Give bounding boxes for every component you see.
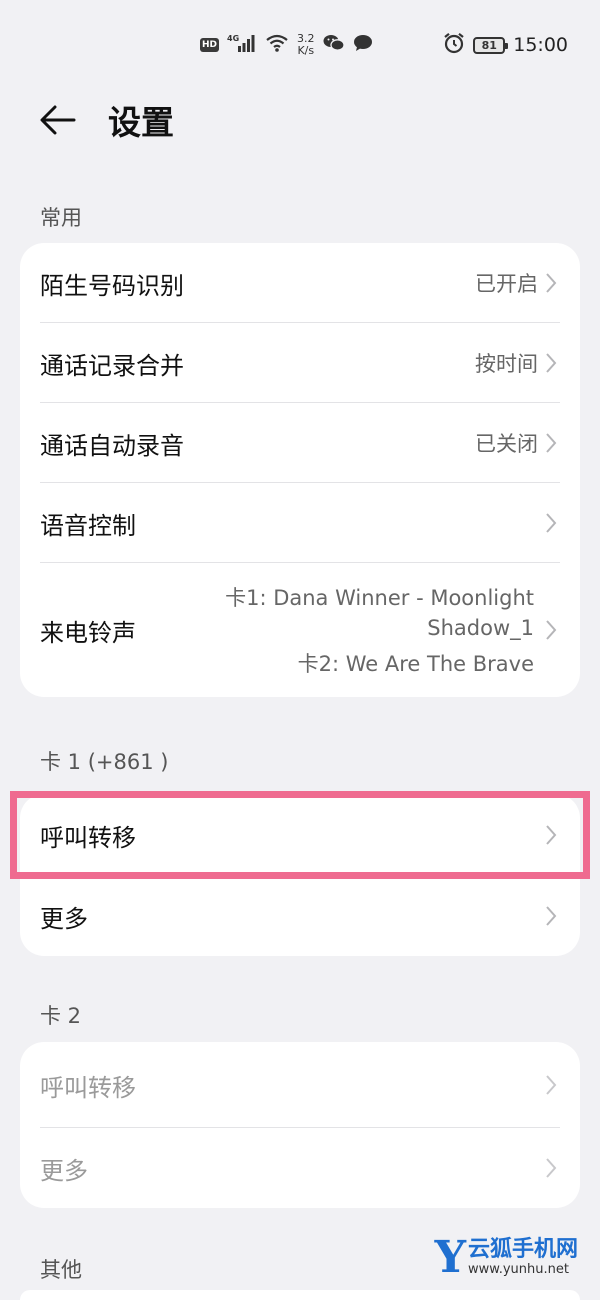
watermark-url: www.yunhu.net	[467, 1262, 569, 1277]
ringtone-values: 卡1: Dana Winner - Moonlight Shadow_1 卡2:…	[204, 583, 534, 679]
row-label: 通话记录合并	[40, 351, 184, 380]
section-label-sim1: 卡 1 (+861 )	[40, 750, 169, 774]
hd-badge: HD	[200, 38, 220, 52]
wechat-icon	[323, 34, 345, 56]
row-label: 呼叫转移	[40, 1073, 136, 1102]
ringtone-sim1-line2: Shadow_1	[427, 616, 534, 640]
card-sim2: 呼叫转移 更多	[20, 1042, 580, 1208]
row-label: 通话自动录音	[40, 431, 184, 460]
watermark-name: 云狐手机网	[467, 1237, 578, 1262]
battery-icon: 81	[473, 36, 509, 54]
app-header: 设置	[0, 88, 600, 152]
chevron-right-icon	[546, 513, 557, 533]
row-voice-control[interactable]: 语音控制	[20, 483, 580, 563]
chevron-right-icon	[546, 825, 557, 845]
row-label: 陌生号码识别	[40, 271, 184, 300]
network-type: 4G	[227, 34, 239, 43]
row-label: 来电铃声	[40, 618, 136, 647]
status-right-group: 81 15:00	[443, 30, 568, 60]
chevron-right-icon	[546, 433, 557, 453]
row-value: 已开启	[475, 272, 538, 296]
watermark-logo: Y 云狐手机网 www.yunhu.net	[435, 1236, 578, 1280]
ringtone-sim1-line1: 卡1: Dana Winner - Moonlight	[225, 586, 534, 610]
section-label-other: 其他	[40, 1258, 82, 1282]
chevron-right-icon	[546, 620, 557, 640]
row-sim2-more[interactable]: 更多	[20, 1128, 580, 1208]
card-sim1: 呼叫转移 更多	[20, 794, 580, 956]
row-sim1-more[interactable]: 更多	[20, 876, 580, 956]
signal-icon: 4G	[227, 33, 257, 57]
row-caller-id[interactable]: 陌生号码识别 已开启	[20, 243, 580, 323]
watermark-letter: Y	[434, 1232, 466, 1283]
card-common: 陌生号码识别 已开启 通话记录合并 按时间 通话自动录音 已关闭 语音控制 来电…	[20, 243, 580, 697]
ringtone-sim2: 卡2: We Are The Brave	[297, 652, 534, 676]
section-label-sim2: 卡 2	[40, 1004, 82, 1028]
card-other	[20, 1290, 580, 1300]
row-label: 更多	[40, 904, 88, 933]
page-title: 设置	[108, 103, 174, 142]
chevron-right-icon	[546, 1075, 557, 1095]
row-sim2-call-forwarding[interactable]: 呼叫转移	[20, 1042, 580, 1128]
wifi-icon	[265, 33, 289, 57]
row-label: 语音控制	[40, 511, 136, 540]
row-merge-call-logs[interactable]: 通话记录合并 按时间	[20, 323, 580, 403]
row-sim1-call-forwarding[interactable]: 呼叫转移	[20, 794, 580, 876]
network-speed: 3.2 K/s	[297, 33, 315, 57]
battery-level: 81	[481, 38, 497, 52]
status-left-group: HD 4G 3.2 K/s	[200, 30, 373, 60]
section-label-common: 常用	[40, 206, 82, 230]
row-label: 更多	[40, 1156, 88, 1185]
row-label: 呼叫转移	[40, 823, 136, 852]
message-icon	[353, 34, 373, 56]
watermark-text: 云狐手机网 www.yunhu.net	[468, 1238, 578, 1278]
settings-page: HD 4G 3.2 K/s 81 15:00 设置 常用 陌生号码识别 已开启 …	[0, 0, 600, 1300]
alarm-icon	[443, 32, 465, 58]
network-speed-unit: K/s	[297, 44, 315, 57]
back-arrow-icon[interactable]	[38, 100, 78, 140]
row-value: 已关闭	[475, 432, 538, 456]
chevron-right-icon	[546, 906, 557, 926]
chevron-right-icon	[546, 353, 557, 373]
status-time: 15:00	[513, 34, 568, 56]
row-ringtone[interactable]: 来电铃声 卡1: Dana Winner - Moonlight Shadow_…	[20, 563, 580, 697]
row-value: 按时间	[475, 352, 538, 376]
chevron-right-icon	[546, 273, 557, 293]
chevron-right-icon	[546, 1158, 557, 1178]
status-bar: HD 4G 3.2 K/s 81 15:00	[0, 0, 600, 88]
row-auto-record[interactable]: 通话自动录音 已关闭	[20, 403, 580, 483]
